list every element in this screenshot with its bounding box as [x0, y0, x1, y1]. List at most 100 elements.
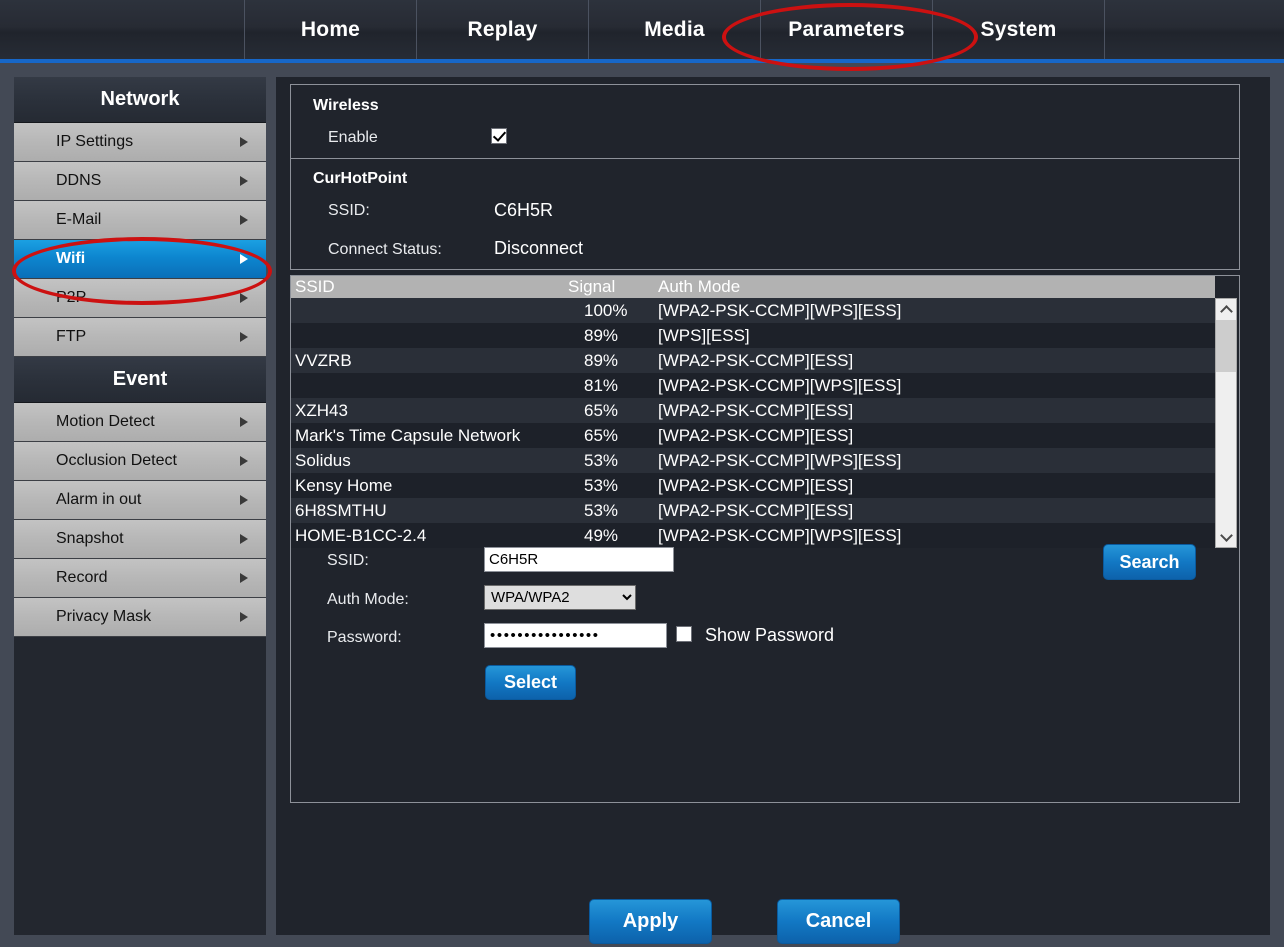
table-header-row: SSID Signal Auth Mode: [291, 276, 1215, 298]
form-ssid-label: SSID:: [327, 552, 369, 569]
sidebar-item-privacy-mask[interactable]: Privacy Mask: [14, 598, 266, 637]
chevron-right-icon: [240, 254, 248, 264]
cell-auth: [WPA2-PSK-CCMP][ESS]: [658, 500, 854, 520]
cell-ssid: 6H8SMTHU: [295, 500, 387, 520]
sidebar-item-label: IP Settings: [56, 133, 134, 150]
chevron-right-icon: [240, 417, 248, 427]
cell-signal: 53%: [584, 450, 619, 470]
scrollbar-thumb[interactable]: [1216, 320, 1236, 372]
sidebar-item-ddns[interactable]: DDNS: [14, 162, 266, 201]
cell-signal: 65%: [584, 425, 619, 445]
show-password-label: Show Password: [705, 625, 835, 645]
chevron-right-icon: [240, 534, 248, 544]
chevron-right-icon: [240, 332, 248, 342]
tab-replay[interactable]: Replay: [417, 0, 589, 59]
cell-auth: [WPA2-PSK-CCMP][ESS]: [658, 400, 854, 420]
cell-ssid: Solidus: [295, 450, 351, 470]
chevron-right-icon: [240, 456, 248, 466]
tab-media[interactable]: Media: [589, 0, 761, 59]
column-header-signal: Signal: [568, 277, 616, 296]
table-row[interactable]: Solidus 53% [WPA2-PSK-CCMP][WPS][ESS]: [291, 448, 1215, 473]
sidebar-item-label: Motion Detect: [56, 413, 155, 430]
sidebar-item-occlusion-detect[interactable]: Occlusion Detect: [14, 442, 266, 481]
content-panel: Wireless Enable CurHotPoint SSID: C6H5R …: [276, 77, 1270, 944]
table-row[interactable]: 6H8SMTHU 53% [WPA2-PSK-CCMP][ESS]: [291, 498, 1215, 523]
cell-signal: 81%: [584, 375, 619, 395]
sidebar-item-label: P2P: [56, 289, 87, 306]
curhotpoint-section: CurHotPoint SSID: C6H5R Connect Status: …: [290, 158, 1240, 270]
sidebar-item-alarm-in-out[interactable]: Alarm in out: [14, 481, 266, 520]
cell-signal: 53%: [584, 475, 619, 495]
sidebar-item-snapshot[interactable]: Snapshot: [14, 520, 266, 559]
sidebar-item-label: Record: [56, 569, 108, 586]
sidebar-item-ip-settings[interactable]: IP Settings: [14, 123, 266, 162]
cell-signal: 53%: [584, 500, 619, 520]
chevron-right-icon: [240, 293, 248, 303]
sidebar-item-email[interactable]: E-Mail: [14, 201, 266, 240]
sidebar-item-wifi[interactable]: Wifi: [14, 240, 266, 279]
network-list-scrollbar[interactable]: [1215, 298, 1237, 548]
column-header-auth-mode: Auth Mode: [658, 277, 741, 296]
enable-checkbox[interactable]: [491, 128, 507, 144]
table-row[interactable]: VVZRB 89% [WPA2-PSK-CCMP][ESS]: [291, 348, 1215, 373]
curhotpoint-section-title: CurHotPoint: [313, 170, 408, 187]
form-password-label: Password:: [327, 629, 402, 646]
show-password-checkbox[interactable]: [676, 626, 692, 642]
cell-ssid: Kensy Home: [295, 475, 393, 495]
scroll-down-button[interactable]: [1215, 527, 1237, 547]
cell-ssid: HOME-B1CC-2.4: [295, 525, 427, 545]
ssid-input[interactable]: [484, 547, 674, 572]
cell-signal: 49%: [584, 525, 619, 545]
cancel-button[interactable]: Cancel: [777, 899, 900, 944]
cell-auth: [WPA2-PSK-CCMP][WPS][ESS]: [658, 450, 902, 470]
cell-ssid: XZH43: [295, 400, 348, 420]
sidebar-item-ftp[interactable]: FTP: [14, 318, 266, 357]
tab-parameters[interactable]: Parameters: [761, 0, 933, 59]
enable-label: Enable: [328, 129, 378, 146]
wireless-section-title: Wireless: [313, 97, 379, 114]
sidebar-item-record[interactable]: Record: [14, 559, 266, 598]
chevron-right-icon: [240, 137, 248, 147]
sidebar-item-label: E-Mail: [56, 211, 102, 228]
table-row[interactable]: 100% [WPA2-PSK-CCMP][WPS][ESS]: [291, 298, 1215, 323]
password-input[interactable]: ••••••••••••••••: [484, 623, 667, 648]
table-row[interactable]: Kensy Home 53% [WPA2-PSK-CCMP][ESS]: [291, 473, 1215, 498]
sidebar-item-label: Occlusion Detect: [56, 452, 177, 469]
sidebar-item-label: Alarm in out: [56, 491, 142, 508]
cell-auth: [WPA2-PSK-CCMP][WPS][ESS]: [658, 525, 902, 545]
sidebar-item-label: Wifi: [56, 250, 86, 267]
table-row[interactable]: 81% [WPA2-PSK-CCMP][WPS][ESS]: [291, 373, 1215, 398]
search-button[interactable]: Search: [1103, 544, 1196, 580]
nav-left-spacer: [0, 0, 245, 59]
sidebar-item-label: Privacy Mask: [56, 608, 152, 625]
cell-auth: [WPA2-PSK-CCMP][ESS]: [658, 425, 854, 445]
auth-mode-select[interactable]: WPA/WPA2: [484, 585, 636, 610]
sidebar-item-motion-detect[interactable]: Motion Detect: [14, 403, 266, 442]
chevron-right-icon: [240, 176, 248, 186]
select-button[interactable]: Select: [485, 665, 576, 700]
nav-right-spacer: [1105, 0, 1284, 59]
sidebar: Network IP Settings DDNS E-Mail Wifi P2P…: [14, 77, 266, 935]
cell-ssid: VVZRB: [295, 350, 352, 370]
sidebar-item-p2p[interactable]: P2P: [14, 279, 266, 318]
cell-auth: [WPA2-PSK-CCMP][ESS]: [658, 475, 854, 495]
connect-status-value: Disconnect: [494, 238, 584, 258]
tab-system[interactable]: System: [933, 0, 1105, 59]
chevron-right-icon: [240, 215, 248, 225]
cell-signal: 89%: [584, 325, 619, 345]
table-row[interactable]: XZH43 65% [WPA2-PSK-CCMP][ESS]: [291, 398, 1215, 423]
apply-button[interactable]: Apply: [589, 899, 712, 944]
scroll-up-button[interactable]: [1215, 299, 1237, 319]
hotpoint-ssid-value: C6H5R: [494, 200, 554, 220]
form-auth-mode-label: Auth Mode:: [327, 591, 409, 608]
connect-status-label: Connect Status:: [328, 241, 442, 258]
table-row[interactable]: HOME-B1CC-2.4 49% [WPA2-PSK-CCMP][WPS][E…: [291, 523, 1215, 548]
column-header-ssid: SSID: [295, 277, 335, 296]
hotpoint-ssid-label: SSID:: [328, 202, 370, 219]
cell-auth: [WPA2-PSK-CCMP][WPS][ESS]: [658, 300, 902, 320]
cell-auth: [WPS][ESS]: [658, 325, 750, 345]
table-row[interactable]: 89% [WPS][ESS]: [291, 323, 1215, 348]
table-row[interactable]: Mark's Time Capsule Network 65% [WPA2-PS…: [291, 423, 1215, 448]
tab-home[interactable]: Home: [245, 0, 417, 59]
chevron-right-icon: [240, 573, 248, 583]
